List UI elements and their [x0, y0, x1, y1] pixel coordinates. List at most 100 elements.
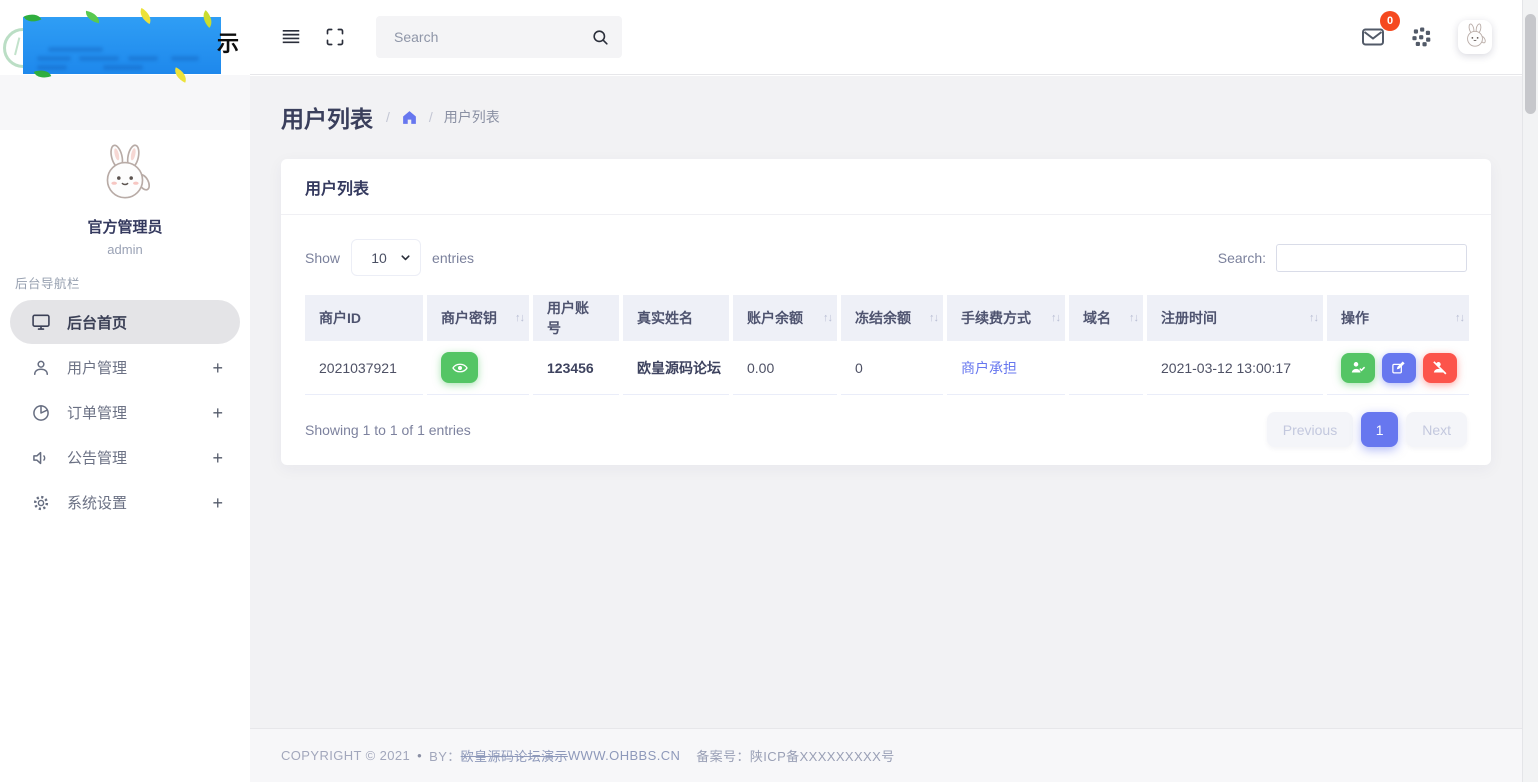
sidebar-item-dashboard[interactable]: 后台首页 — [10, 300, 240, 344]
sticker-smudge — [48, 47, 103, 52]
column-header-register-time[interactable]: 注册时间↑↓ — [1147, 295, 1323, 341]
card-body: Show 10 ent — [281, 215, 1491, 465]
sticker-smudge — [103, 65, 143, 70]
search-icon[interactable] — [591, 28, 610, 47]
sort-icon[interactable]: ↑↓ — [929, 312, 938, 324]
sidebar-item-orders[interactable]: 订单管理 + — [0, 390, 250, 435]
column-label: 操作 — [1341, 310, 1369, 326]
sort-icon[interactable]: ↑↓ — [1309, 312, 1318, 324]
main-area: 0 — [250, 0, 1538, 782]
brand-sticker-image — [23, 17, 221, 74]
column-label: 手续费方式 — [961, 310, 1031, 326]
scrollbar[interactable] — [1522, 0, 1538, 782]
column-label: 商户ID — [319, 310, 361, 326]
sidebar: 示 — [0, 0, 250, 782]
column-header-fee-mode[interactable]: 手续费方式 ↑↓ — [947, 295, 1065, 341]
user-slash-icon — [1431, 359, 1448, 376]
apps-button[interactable] — [1404, 20, 1438, 54]
scrollbar-thumb[interactable] — [1525, 14, 1536, 114]
column-label: 真实姓名 — [637, 310, 693, 326]
fullscreen-button[interactable] — [318, 20, 352, 54]
expand-plus-icon[interactable]: + — [212, 449, 223, 467]
column-label: 域名 — [1083, 310, 1111, 326]
expand-plus-icon[interactable]: + — [212, 359, 223, 377]
sidebar-item-settings[interactable]: 系统设置 + — [0, 480, 250, 525]
page-length-control: Show 10 ent — [305, 239, 474, 276]
app-root: 示 — [0, 0, 1538, 782]
breadcrumb-separator: / — [386, 109, 390, 125]
column-label: 冻结余额 — [855, 310, 911, 326]
edit-user-button[interactable] — [1382, 353, 1416, 383]
page-length-select[interactable]: 10 — [351, 239, 421, 276]
fullscreen-icon — [325, 27, 345, 47]
messages-button[interactable]: 0 — [1356, 20, 1390, 54]
sort-icon[interactable]: ↑↓ — [823, 312, 832, 324]
leaf-decoration — [24, 10, 42, 25]
column-header-actions[interactable]: 操作 ↑↓ — [1327, 295, 1469, 341]
menu-toggle-button[interactable] — [274, 20, 308, 54]
brand[interactable]: 示 — [0, 0, 250, 75]
entries-label: entries — [432, 250, 474, 266]
sidebar-section-label: 后台导航栏 — [15, 273, 250, 292]
sort-icon[interactable]: ↑↓ — [1051, 312, 1060, 324]
cell-fee-mode: 商户承担 — [947, 341, 1065, 395]
breadcrumb: 用户列表 / / 用户列表 — [281, 100, 1491, 134]
column-header-real-name[interactable]: 真实姓名 — [623, 295, 729, 341]
eye-icon — [452, 360, 468, 376]
sticker-smudge — [79, 56, 119, 61]
column-label: 账户余额 — [747, 310, 803, 326]
sort-icon[interactable]: ↑↓ — [1455, 312, 1464, 324]
user-role: admin — [0, 242, 250, 257]
expand-plus-icon[interactable]: + — [212, 494, 223, 512]
sort-icon[interactable]: ↑↓ — [515, 312, 524, 324]
user-check-icon — [1350, 359, 1367, 376]
cell-domain — [1069, 341, 1143, 395]
ban-user-button[interactable] — [1423, 353, 1457, 383]
table-header-row: 商户ID 商户密钥↑↓ 用户账号 真实姓名 账户余额 ↑↓ 冻结余额 ↑↓ 手续费方… — [305, 295, 1469, 341]
table-search-control: Search: — [1218, 244, 1467, 272]
page-number-button[interactable]: 1 — [1361, 412, 1398, 447]
sidebar-item-announcements[interactable]: 公告管理 + — [0, 435, 250, 480]
column-header-merchant-id[interactable]: 商户ID — [305, 295, 423, 341]
cell-balance: 0.00 — [733, 341, 837, 395]
column-label: 用户账号 — [547, 300, 589, 336]
monitor-icon — [30, 311, 52, 333]
content: 用户列表 / / 用户列表 用户列表 Show — [250, 76, 1522, 728]
sidebar-item-label: 用户管理 — [67, 357, 127, 378]
breadcrumb-separator: / — [429, 109, 433, 125]
sidebar-item-label: 订单管理 — [67, 402, 127, 423]
breadcrumb-current: 用户列表 — [444, 107, 500, 127]
page-title: 用户列表 — [281, 100, 373, 134]
leaf-decoration — [137, 8, 155, 24]
user-avatar[interactable] — [92, 143, 158, 209]
search-input[interactable] — [394, 29, 591, 45]
previous-page-button[interactable]: Previous — [1267, 412, 1353, 447]
sort-icon[interactable]: ↑↓ — [1129, 312, 1138, 324]
column-header-account[interactable]: 用户账号 — [533, 295, 619, 341]
column-header-balance[interactable]: 账户余额 ↑↓ — [733, 295, 837, 341]
next-page-button[interactable]: Next — [1406, 412, 1467, 447]
home-icon[interactable] — [401, 109, 418, 126]
pie-chart-icon — [30, 402, 52, 424]
view-key-button[interactable] — [441, 352, 478, 383]
approve-user-button[interactable] — [1341, 353, 1375, 383]
users-table: 商户ID 商户密钥↑↓ 用户账号 真实姓名 账户余额 ↑↓ 冻结余额 ↑↓ 手续费方… — [301, 295, 1473, 395]
user-icon — [30, 357, 52, 379]
icp-number: 备案号：陕ICP备XXXXXXXXX号 — [696, 746, 894, 765]
profile-avatar-button[interactable] — [1458, 20, 1492, 54]
sidebar-item-users[interactable]: 用户管理 + — [0, 345, 250, 390]
column-header-frozen[interactable]: 冻结余额 ↑↓ — [841, 295, 943, 341]
show-label: Show — [305, 250, 340, 266]
expand-plus-icon[interactable]: + — [212, 404, 223, 422]
fee-mode-link[interactable]: 商户承担 — [961, 360, 1017, 376]
author-link[interactable]: 欧皇源码论坛演示 — [461, 746, 568, 765]
table-controls: Show 10 ent — [305, 239, 1467, 276]
message-count-badge: 0 — [1380, 11, 1400, 31]
page-footer: COPYRIGHT © 2021 • BY： 欧皇源码论坛演示 WWW.OHBB… — [250, 728, 1522, 782]
column-header-merchant-key[interactable]: 商户密钥↑↓ — [427, 295, 529, 341]
table-search-input[interactable] — [1276, 244, 1467, 272]
user-list-card: 用户列表 Show 10 — [281, 159, 1491, 465]
sidebar-profile: 官方管理员 admin — [0, 130, 250, 257]
column-header-domain[interactable]: 域名 ↑↓ — [1069, 295, 1143, 341]
site-link[interactable]: WWW.OHBBS.CN — [568, 748, 680, 763]
